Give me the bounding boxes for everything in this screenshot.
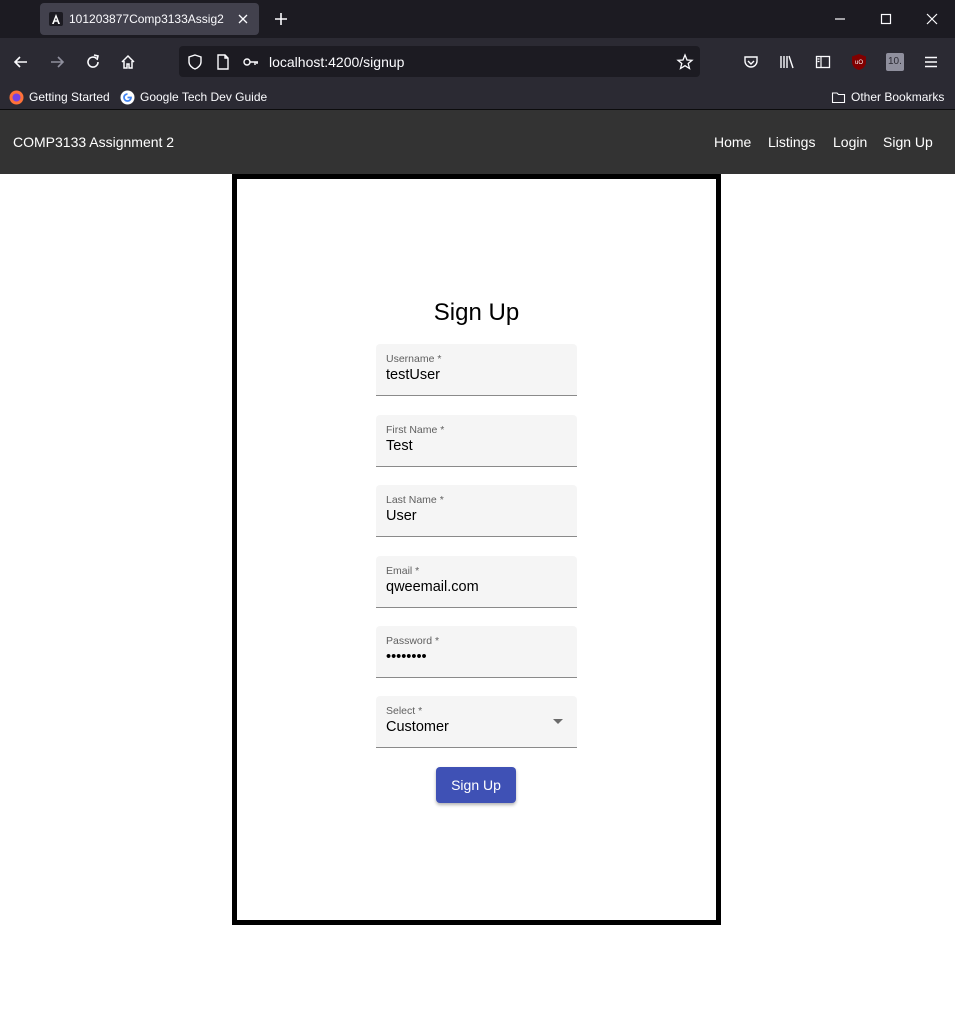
library-icon[interactable]	[778, 53, 796, 71]
maximize-icon[interactable]	[878, 11, 894, 27]
bookmark-google-tech-dev-guide[interactable]: Google Tech Dev Guide	[120, 88, 267, 106]
dropdown-arrow-icon[interactable]	[553, 719, 563, 724]
tab-title: 101203877Comp3133Assig2	[69, 12, 224, 26]
select-label: Select *	[386, 705, 423, 717]
email-label: Email *	[386, 565, 420, 577]
bookmark-label: Google Tech Dev Guide	[140, 90, 268, 104]
app-title: COMP3133 Assignment 2	[13, 134, 175, 150]
menu-icon[interactable]	[922, 53, 940, 71]
signup-button[interactable]: Sign Up	[436, 767, 516, 803]
username-input[interactable]: testUser	[386, 367, 440, 383]
google-icon	[120, 90, 135, 104]
url-text[interactable]: localhost:4200/signup	[269, 54, 404, 70]
first-name-label: First Name *	[386, 424, 445, 436]
shield-icon[interactable]	[186, 53, 204, 71]
key-icon[interactable]	[242, 53, 260, 71]
minimize-icon[interactable]	[832, 11, 848, 27]
sidebar-icon[interactable]	[814, 53, 832, 71]
first-name-input[interactable]: Test	[386, 438, 413, 454]
other-bookmarks[interactable]: Other Bookmarks	[831, 88, 944, 106]
reload-icon[interactable]	[84, 53, 102, 71]
firefox-icon	[9, 90, 24, 104]
email-input[interactable]: qweemail.com	[386, 579, 479, 595]
star-icon[interactable]	[676, 53, 694, 71]
bookmark-label: Getting Started	[29, 90, 110, 104]
nav-listings-link[interactable]: Listings	[768, 134, 815, 150]
angular-icon	[49, 12, 63, 26]
new-tab-icon[interactable]	[273, 11, 289, 27]
password-label: Password *	[386, 635, 440, 647]
password-field[interactable]: Password * ••••••••	[376, 626, 577, 678]
home-icon[interactable]	[119, 53, 137, 71]
username-field[interactable]: Username * testUser	[376, 344, 577, 396]
folder-icon	[831, 91, 846, 103]
close-window-icon[interactable]	[924, 11, 940, 27]
username-label: Username *	[386, 353, 442, 365]
nav-signup-link[interactable]: Sign Up	[883, 134, 933, 150]
form-title: Sign Up	[433, 299, 520, 326]
close-tab-icon[interactable]	[235, 11, 251, 27]
role-select[interactable]: Select * Customer	[376, 696, 577, 748]
select-value: Customer	[386, 719, 449, 735]
page-icon	[217, 54, 229, 70]
first-name-field[interactable]: First Name * Test	[376, 415, 577, 467]
extension-badge: 10.	[888, 56, 902, 67]
nav-login-link[interactable]: Login	[833, 134, 867, 150]
extension-icon[interactable]: 10.	[886, 53, 904, 71]
last-name-label: Last Name *	[386, 494, 444, 506]
last-name-field[interactable]: Last Name * User	[376, 485, 577, 537]
signup-card	[232, 174, 721, 925]
email-field[interactable]: Email * qweemail.com	[376, 556, 577, 608]
pocket-icon[interactable]	[742, 53, 760, 71]
last-name-input[interactable]: User	[386, 508, 417, 524]
nav-home-link[interactable]: Home	[714, 134, 751, 150]
svg-text:uO: uO	[855, 60, 863, 66]
bookmark-getting-started[interactable]: Getting Started	[9, 88, 110, 106]
forward-icon[interactable]	[48, 53, 66, 71]
back-icon[interactable]	[12, 53, 30, 71]
password-input[interactable]: ••••••••	[386, 649, 427, 665]
other-bookmarks-label: Other Bookmarks	[851, 90, 945, 104]
browser-tab[interactable]: 101203877Comp3133Assig2	[40, 3, 259, 35]
ublock-icon[interactable]: uO	[850, 53, 868, 71]
